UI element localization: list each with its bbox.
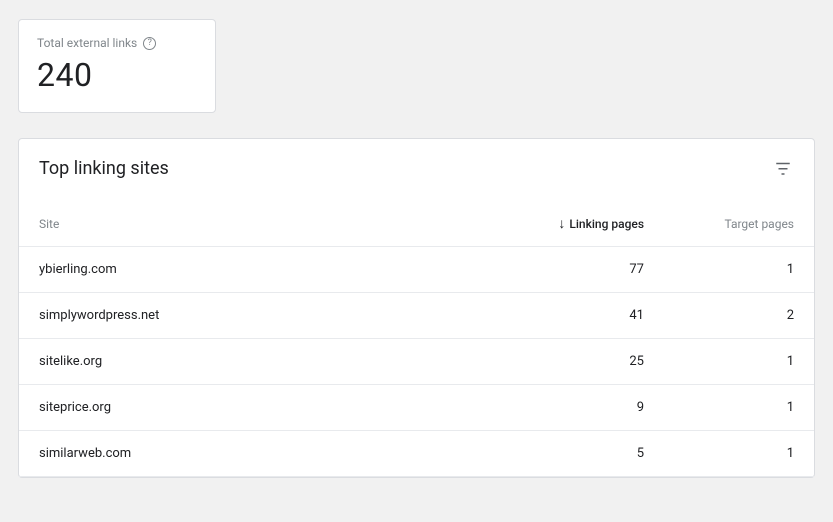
cell-site: ybierling.com bbox=[39, 262, 504, 277]
stat-label-row: Total external links ? bbox=[37, 36, 197, 50]
cell-site: siteprice.org bbox=[39, 400, 504, 415]
top-linking-sites-card: Top linking sites Site ↓ Linking pages T… bbox=[18, 138, 815, 478]
cell-linking-pages: 9 bbox=[504, 400, 644, 415]
cell-site: sitelike.org bbox=[39, 354, 504, 369]
table-row[interactable]: ybierling.com771 bbox=[19, 247, 814, 293]
column-header-row: Site ↓ Linking pages Target pages bbox=[19, 197, 814, 247]
cell-site: similarweb.com bbox=[39, 446, 504, 461]
column-header-linking-label: Linking pages bbox=[569, 217, 644, 231]
column-header-target-pages[interactable]: Target pages bbox=[644, 217, 794, 231]
cell-linking-pages: 77 bbox=[504, 262, 644, 277]
help-icon[interactable]: ? bbox=[143, 37, 156, 50]
table-row[interactable]: similarweb.com51 bbox=[19, 431, 814, 477]
table-title: Top linking sites bbox=[39, 158, 169, 179]
cell-target-pages: 1 bbox=[644, 400, 794, 415]
stat-label: Total external links bbox=[37, 36, 137, 50]
cell-linking-pages: 25 bbox=[504, 354, 644, 369]
cell-target-pages: 1 bbox=[644, 262, 794, 277]
stat-value: 240 bbox=[37, 56, 197, 94]
cell-target-pages: 1 bbox=[644, 446, 794, 461]
table-header-row: Top linking sites bbox=[19, 139, 814, 197]
sort-arrow-down-icon: ↓ bbox=[558, 215, 565, 232]
cell-target-pages: 2 bbox=[644, 308, 794, 323]
cell-target-pages: 1 bbox=[644, 354, 794, 369]
table-row[interactable]: siteprice.org91 bbox=[19, 385, 814, 431]
table-row[interactable]: simplywordpress.net412 bbox=[19, 293, 814, 339]
cell-site: simplywordpress.net bbox=[39, 308, 504, 323]
cell-linking-pages: 5 bbox=[504, 446, 644, 461]
column-header-site[interactable]: Site bbox=[39, 217, 504, 231]
filter-icon[interactable] bbox=[772, 157, 794, 179]
table-row[interactable]: sitelike.org251 bbox=[19, 339, 814, 385]
cell-linking-pages: 41 bbox=[504, 308, 644, 323]
column-header-linking-pages[interactable]: ↓ Linking pages bbox=[504, 215, 644, 232]
total-external-links-card: Total external links ? 240 bbox=[18, 19, 216, 113]
